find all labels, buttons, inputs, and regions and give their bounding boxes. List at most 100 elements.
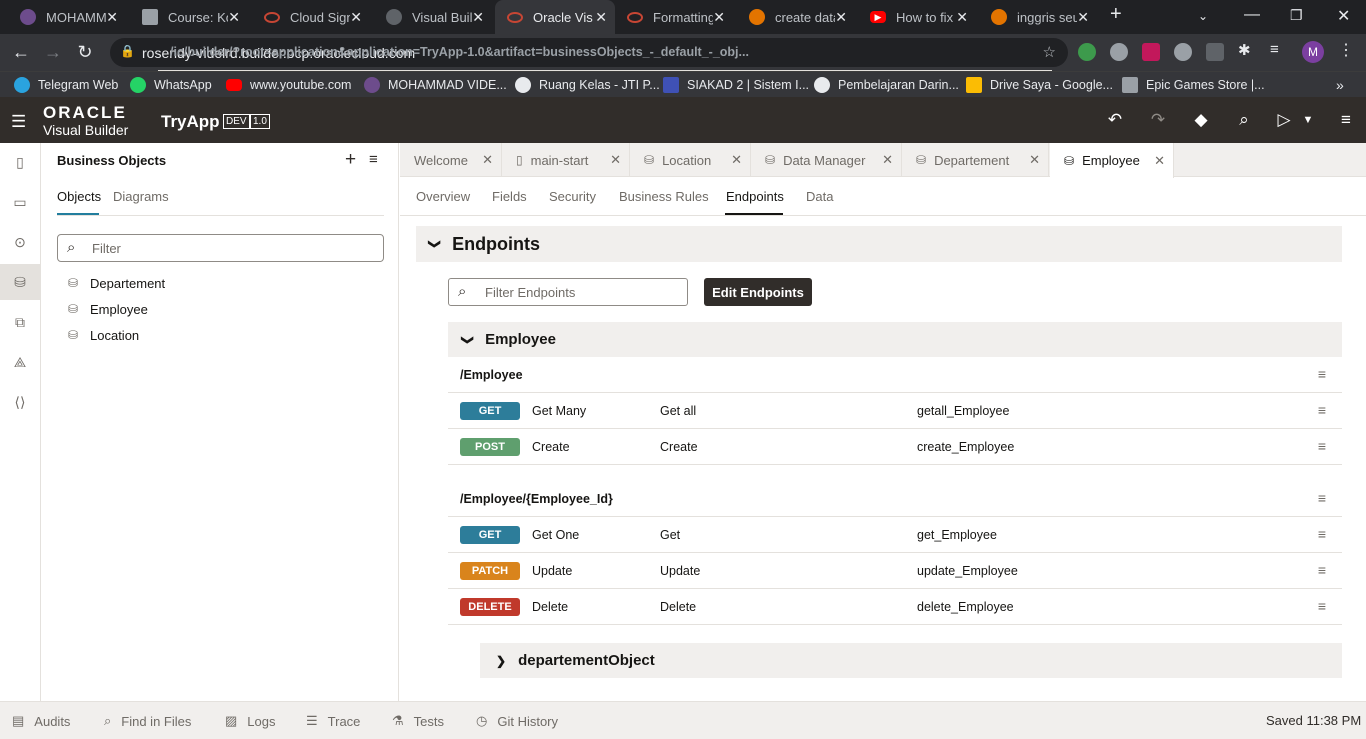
- puzzle-icon[interactable]: ✱: [1238, 41, 1256, 59]
- browser-tab[interactable]: Visual Buil ✕: [374, 0, 492, 34]
- employee-group-header[interactable]: ❯ Employee: [448, 322, 1342, 357]
- editor-tab-main-start[interactable]: ▯ main-start ✕: [502, 143, 630, 177]
- forward-icon[interactable]: →: [42, 42, 64, 63]
- bookmark-item[interactable]: MOHAMMAD VIDE...: [364, 76, 507, 94]
- media-icon[interactable]: ≡: [1270, 41, 1288, 59]
- web-apps-icon[interactable]: ▭: [0, 184, 40, 220]
- close-window-icon[interactable]: ✕: [1337, 6, 1350, 26]
- close-icon[interactable]: ✕: [882, 152, 893, 168]
- footer-tests[interactable]: ⚗ Tests: [392, 713, 444, 729]
- browser-tab-active[interactable]: Oracle Visu✕: [495, 0, 615, 34]
- subtab-endpoints[interactable]: Endpoints: [726, 189, 784, 204]
- browser-tab[interactable]: MOHAMM ✕: [8, 0, 126, 34]
- bookmark-item[interactable]: SIAKAD 2 | Sistem I...: [663, 76, 809, 94]
- close-icon[interactable]: ✕: [350, 9, 362, 26]
- row-menu-icon[interactable]: ≡: [1318, 490, 1326, 506]
- url-field[interactable]: 🔒 rosendy-videlrd.builder.ocp.oracleclou…: [110, 38, 1068, 71]
- bookmark-item[interactable]: Epic Games Store |...: [1122, 76, 1265, 94]
- bookmark-item[interactable]: Pembelajaran Darin...: [814, 76, 959, 94]
- bookmark-star-icon[interactable]: ☆: [1043, 43, 1056, 61]
- row-menu-icon[interactable]: ≡: [1318, 402, 1326, 418]
- footer-audits[interactable]: ▤ Audits: [12, 713, 70, 729]
- extension-icon[interactable]: [1142, 43, 1160, 61]
- editor-tab-data-manager[interactable]: ⛁ Data Manager ✕: [751, 143, 902, 177]
- run-options-chevron-icon[interactable]: ▼: [1297, 114, 1319, 126]
- close-icon[interactable]: ✕: [610, 152, 621, 168]
- close-icon[interactable]: ✕: [595, 9, 607, 26]
- menu-icon[interactable]: ≡: [1335, 110, 1357, 130]
- panel-menu-icon[interactable]: ≡: [369, 151, 378, 168]
- footer-trace[interactable]: ☰ Trace: [306, 713, 360, 729]
- browser-tab[interactable]: ▶ How to fix ✕: [858, 0, 976, 34]
- close-icon[interactable]: ✕: [1077, 9, 1089, 26]
- business-object-item[interactable]: ⛁ Location: [68, 324, 139, 346]
- departement-object-section[interactable]: ❯ departementObject: [480, 643, 1342, 678]
- business-object-item[interactable]: ⛁ Departement: [68, 272, 165, 294]
- source-icon[interactable]: ⟨⟩: [0, 384, 40, 420]
- browser-tab[interactable]: Course: Ko ✕: [130, 0, 248, 34]
- tab-objects[interactable]: Objects: [57, 189, 101, 204]
- row-menu-icon[interactable]: ≡: [1318, 438, 1326, 454]
- reload-icon[interactable]: ↻: [74, 42, 96, 63]
- close-icon[interactable]: ✕: [1029, 152, 1040, 168]
- hamburger-menu-icon[interactable]: ☰: [11, 112, 26, 132]
- business-object-item[interactable]: ⛁ Employee: [68, 298, 148, 320]
- filter-input[interactable]: ⌕ Filter: [57, 234, 384, 262]
- editor-tab-departement[interactable]: ⛁ Departement ✕: [902, 143, 1049, 177]
- browser-tab[interactable]: Cloud Sign ✕: [252, 0, 370, 34]
- close-icon[interactable]: ✕: [1154, 153, 1165, 169]
- row-menu-icon[interactable]: ≡: [1318, 526, 1326, 542]
- endpoints-section-header[interactable]: ❯ Endpoints: [416, 226, 1342, 262]
- editor-tab-welcome[interactable]: Welcome ✕: [400, 143, 502, 177]
- close-icon[interactable]: ✕: [482, 152, 493, 168]
- row-menu-icon[interactable]: ≡: [1318, 562, 1326, 578]
- restore-icon[interactable]: ❐: [1290, 7, 1303, 24]
- more-bookmarks-icon[interactable]: »: [1336, 76, 1344, 94]
- app-name[interactable]: TryApp: [161, 112, 220, 132]
- close-icon[interactable]: ✕: [472, 9, 484, 26]
- processes-icon[interactable]: ⟁: [0, 344, 40, 380]
- extension-icon[interactable]: [1206, 43, 1224, 61]
- close-icon[interactable]: ✕: [106, 9, 118, 26]
- new-tab-icon[interactable]: +: [1110, 3, 1122, 26]
- bookmark-item[interactable]: Ruang Kelas - JTI P...: [515, 76, 660, 94]
- subtab-data[interactable]: Data: [806, 189, 833, 204]
- profile-avatar[interactable]: M: [1302, 41, 1324, 63]
- filter-endpoints-input[interactable]: ⌕ Filter Endpoints: [448, 278, 688, 306]
- footer-git-history[interactable]: ◷ Git History: [476, 713, 558, 729]
- bookmark-item[interactable]: Telegram Web: [14, 76, 118, 94]
- close-icon[interactable]: ✕: [956, 9, 968, 26]
- endpoint-row[interactable]: POST Create Create create_Employee ≡: [448, 429, 1342, 465]
- mobile-apps-icon[interactable]: ▯: [0, 144, 40, 180]
- row-menu-icon[interactable]: ≡: [1318, 598, 1326, 614]
- bookmark-item[interactable]: www.youtube.com: [226, 76, 351, 94]
- bookmark-item[interactable]: Drive Saya - Google...: [966, 76, 1113, 94]
- subtab-overview[interactable]: Overview: [416, 189, 470, 204]
- add-icon[interactable]: +: [345, 149, 356, 171]
- close-icon[interactable]: ✕: [731, 152, 742, 168]
- tab-search-icon[interactable]: ⌄: [1198, 9, 1208, 23]
- endpoint-row[interactable]: DELETE Delete Delete delete_Employee ≡: [448, 589, 1342, 625]
- close-icon[interactable]: ✕: [835, 9, 847, 26]
- menu-dots-icon[interactable]: ⋮: [1338, 40, 1356, 59]
- minimize-icon[interactable]: —: [1244, 6, 1260, 24]
- close-icon[interactable]: ✕: [713, 9, 725, 26]
- edit-endpoints-button[interactable]: Edit Endpoints: [704, 278, 812, 306]
- extension-icon[interactable]: [1174, 43, 1192, 61]
- browser-tab[interactable]: Formatting ✕: [615, 0, 733, 34]
- endpoint-row[interactable]: GET Get Many Get all getall_Employee ≡: [448, 393, 1342, 429]
- business-objects-icon[interactable]: ⛁: [0, 264, 40, 300]
- undo-icon[interactable]: ↶: [1104, 110, 1126, 130]
- subtab-security[interactable]: Security: [549, 189, 596, 204]
- editor-tab-employee[interactable]: ⛁ Employee ✕: [1050, 143, 1174, 178]
- browser-tab[interactable]: inggris seu ✕: [979, 0, 1097, 34]
- endpoint-row[interactable]: PATCH Update Update update_Employee ≡: [448, 553, 1342, 589]
- search-icon[interactable]: ⌕: [1233, 110, 1255, 130]
- editor-tab-location[interactable]: ⛁ Location ✕: [630, 143, 751, 177]
- close-icon[interactable]: ✕: [228, 9, 240, 26]
- git-icon[interactable]: ◆: [1190, 110, 1212, 130]
- footer-find-in-files[interactable]: ⌕ Find in Files: [104, 713, 191, 729]
- footer-logs[interactable]: ▨ Logs: [225, 713, 276, 729]
- components-icon[interactable]: ⧉: [0, 304, 40, 340]
- tab-diagrams[interactable]: Diagrams: [113, 189, 169, 204]
